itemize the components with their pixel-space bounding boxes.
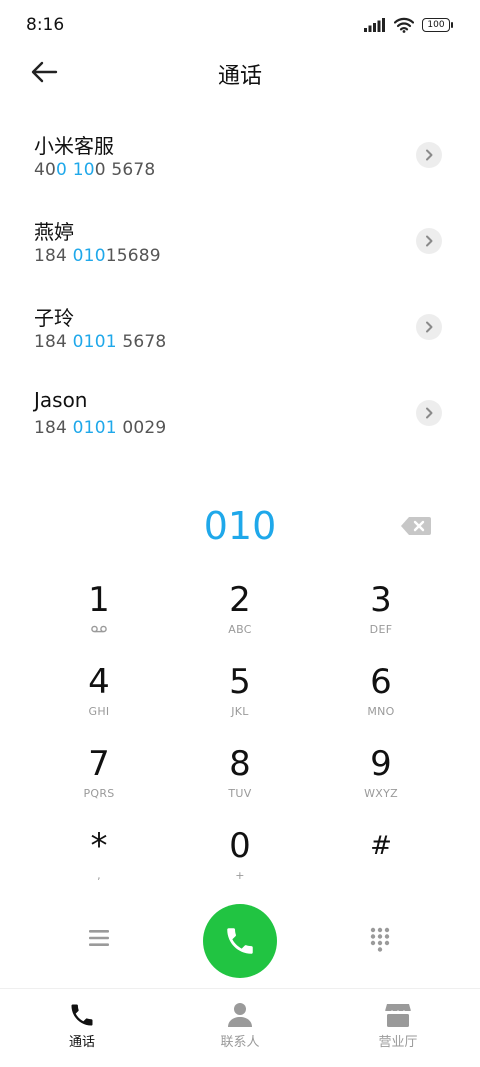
tab-bar: 通话 联系人 营业厅: [0, 988, 480, 1067]
key-1[interactable]: 1: [29, 580, 169, 658]
tab-label: 通话: [68, 1035, 95, 1050]
key-digit: 2: [229, 580, 251, 620]
bottom-actions: [0, 904, 480, 978]
contact-name: 小米客服: [34, 134, 114, 158]
contact-item[interactable]: Jason 184 0101 0029: [0, 370, 480, 456]
key-hash[interactable]: #: [311, 826, 451, 904]
wifi-icon: [394, 17, 414, 33]
contact-item[interactable]: 小米客服 400 100 5678: [0, 112, 480, 198]
contact-item[interactable]: 燕婷 184 01015689: [0, 198, 480, 284]
contact-number: 184 0101 5678: [34, 332, 167, 352]
chevron-right-icon: [426, 235, 433, 247]
key-6[interactable]: 6 MNO: [311, 662, 451, 740]
key-letters: MNO: [367, 705, 395, 718]
key-star[interactable]: * ,: [29, 826, 169, 904]
tab-label: 联系人: [220, 1035, 260, 1050]
key-digit: #: [370, 831, 392, 861]
keypad-toggle-button[interactable]: [370, 927, 390, 955]
contact-detail-button[interactable]: [416, 228, 442, 254]
key-letters: JKL: [231, 705, 249, 718]
person-icon: [228, 1003, 252, 1027]
header: 通话: [0, 50, 480, 96]
tab-label: 营业厅: [378, 1035, 418, 1050]
contact-item[interactable]: 子玲 184 0101 5678: [0, 284, 480, 370]
battery-icon: 100: [422, 18, 453, 32]
key-letters: GHI: [88, 705, 110, 718]
key-5[interactable]: 5 JKL: [170, 662, 310, 740]
key-9[interactable]: 9 WXYZ: [311, 744, 451, 822]
key-digit: 9: [370, 744, 392, 784]
contact-name: 燕婷: [34, 220, 74, 244]
key-digit: 4: [88, 662, 110, 702]
contact-detail-button[interactable]: [416, 314, 442, 340]
menu-button[interactable]: [88, 928, 110, 950]
backspace-button[interactable]: [400, 516, 432, 538]
key-letters: +: [235, 869, 245, 882]
key-letters: DEF: [369, 623, 393, 636]
key-digit: 7: [88, 744, 110, 784]
tab-store[interactable]: 营业厅: [338, 989, 458, 1067]
key-digit: 0: [229, 826, 251, 866]
page-title: 通话: [217, 64, 262, 89]
contact-number: 400 100 5678: [34, 160, 156, 180]
key-0[interactable]: 0 +: [170, 826, 310, 904]
contact-detail-button[interactable]: [416, 400, 442, 426]
tab-calls[interactable]: 通话: [22, 989, 142, 1067]
chevron-right-icon: [426, 321, 433, 333]
contact-number: 184 01015689: [34, 246, 161, 266]
status-time: 8:16: [26, 15, 65, 35]
key-digit: 6: [370, 662, 392, 702]
key-4[interactable]: 4 GHI: [29, 662, 169, 740]
battery-level: 100: [427, 20, 445, 30]
contact-name: 子玲: [34, 306, 74, 330]
call-button[interactable]: [203, 904, 277, 978]
key-8[interactable]: 8 TUV: [170, 744, 310, 822]
key-letters: WXYZ: [364, 787, 398, 800]
voicemail-icon: [29, 623, 169, 636]
key-letters: ,: [97, 869, 101, 882]
key-letters: TUV: [228, 787, 252, 800]
chevron-right-icon: [426, 149, 433, 161]
key-7[interactable]: 7 PQRS: [29, 744, 169, 822]
store-icon: [384, 1004, 412, 1027]
signal-icon: [364, 18, 385, 32]
status-bar: 8:16 100: [0, 0, 480, 50]
status-icons: 100: [364, 16, 453, 34]
key-letters: PQRS: [83, 787, 115, 800]
contact-detail-button[interactable]: [416, 142, 442, 168]
key-letters: ABC: [228, 623, 252, 636]
dial-display: 010: [0, 504, 480, 554]
menu-icon: [89, 930, 109, 946]
key-digit: 8: [229, 744, 251, 784]
key-3[interactable]: 3 DEF: [311, 580, 451, 658]
chevron-right-icon: [426, 407, 433, 419]
tab-contacts[interactable]: 联系人: [180, 989, 300, 1067]
key-digit: *: [90, 826, 108, 866]
contact-name: Jason: [34, 388, 88, 412]
dialpad-icon: [370, 927, 390, 952]
contact-number: 184 0101 0029: [34, 418, 167, 438]
backspace-icon: [401, 517, 431, 535]
phone-icon: [227, 928, 253, 954]
key-digit: 5: [229, 662, 251, 702]
key-digit: 1: [88, 580, 110, 620]
key-digit: 3: [370, 580, 392, 620]
phone-icon: [71, 1004, 93, 1026]
key-2[interactable]: 2 ABC: [170, 580, 310, 658]
contact-list: 小米客服 400 100 5678 燕婷 184 01015689 子玲 184…: [0, 112, 480, 456]
